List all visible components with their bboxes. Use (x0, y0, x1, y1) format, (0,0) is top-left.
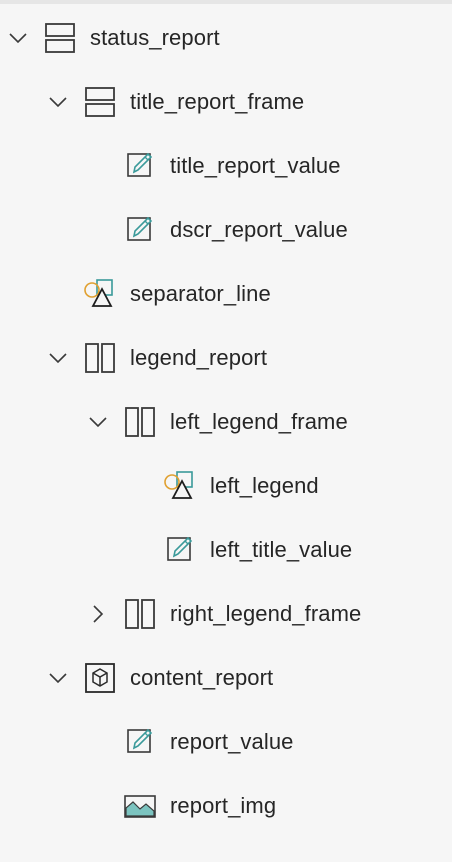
tree-item-label: report_img (170, 793, 277, 818)
chevron-right-icon[interactable] (86, 602, 110, 626)
text-edit-icon (123, 725, 157, 759)
tree-item-label: separator_line (130, 281, 271, 306)
tree-item-label: left_title_value (210, 537, 353, 562)
chevron-down-icon[interactable] (46, 90, 70, 114)
tree-item-status-report[interactable]: status_report (0, 6, 452, 70)
tree-item-label: left_legend (210, 473, 319, 498)
horizontal-stack-icon (43, 21, 77, 55)
tree-item-left-legend-frame[interactable]: left_legend_frame (0, 390, 452, 454)
tree-item-label: title_report_frame (130, 89, 305, 114)
tree-item-legend-report[interactable]: legend_report (0, 326, 452, 390)
shapes-icon (163, 469, 197, 503)
tree-item-report-img[interactable]: report_img (0, 774, 452, 838)
tree-item-content-report[interactable]: content_report (0, 646, 452, 710)
tree-item-label: report_value (170, 729, 294, 754)
tree-item-label: title_report_value (170, 153, 341, 178)
tree-item-right-legend-frame[interactable]: right_legend_frame (0, 582, 452, 646)
tree-item-title-report-value[interactable]: title_report_value (0, 134, 452, 198)
shapes-icon (83, 277, 117, 311)
tree-item-label: content_report (130, 665, 274, 690)
text-edit-icon (123, 149, 157, 183)
top-divider (0, 0, 452, 4)
tree-item-label: legend_report (130, 345, 268, 370)
tree-item-report-value[interactable]: report_value (0, 710, 452, 774)
tree-item-left-legend[interactable]: left_legend (0, 454, 452, 518)
vertical-stack-icon (123, 405, 157, 439)
text-edit-icon (163, 533, 197, 567)
tree-item-label: dscr_report_value (170, 217, 348, 242)
tree-view: status_report title_report_frame title_r… (0, 6, 452, 838)
text-edit-icon (123, 213, 157, 247)
chevron-down-icon[interactable] (46, 346, 70, 370)
tree-item-label: right_legend_frame (170, 601, 362, 626)
chevron-down-icon[interactable] (86, 410, 110, 434)
chevron-down-icon[interactable] (46, 666, 70, 690)
chevron-down-icon[interactable] (6, 26, 30, 50)
tree-item-title-report-frame[interactable]: title_report_frame (0, 70, 452, 134)
tree-item-left-title-value[interactable]: left_title_value (0, 518, 452, 582)
vertical-stack-icon (123, 597, 157, 631)
image-icon (123, 789, 157, 823)
tree-item-separator-line[interactable]: separator_line (0, 262, 452, 326)
horizontal-stack-icon (83, 85, 117, 119)
tree-item-label: status_report (90, 25, 220, 50)
tree-item-dscr-report-value[interactable]: dscr_report_value (0, 198, 452, 262)
vertical-stack-icon (83, 341, 117, 375)
tree-item-label: left_legend_frame (170, 409, 348, 434)
component-box-icon (83, 661, 117, 695)
